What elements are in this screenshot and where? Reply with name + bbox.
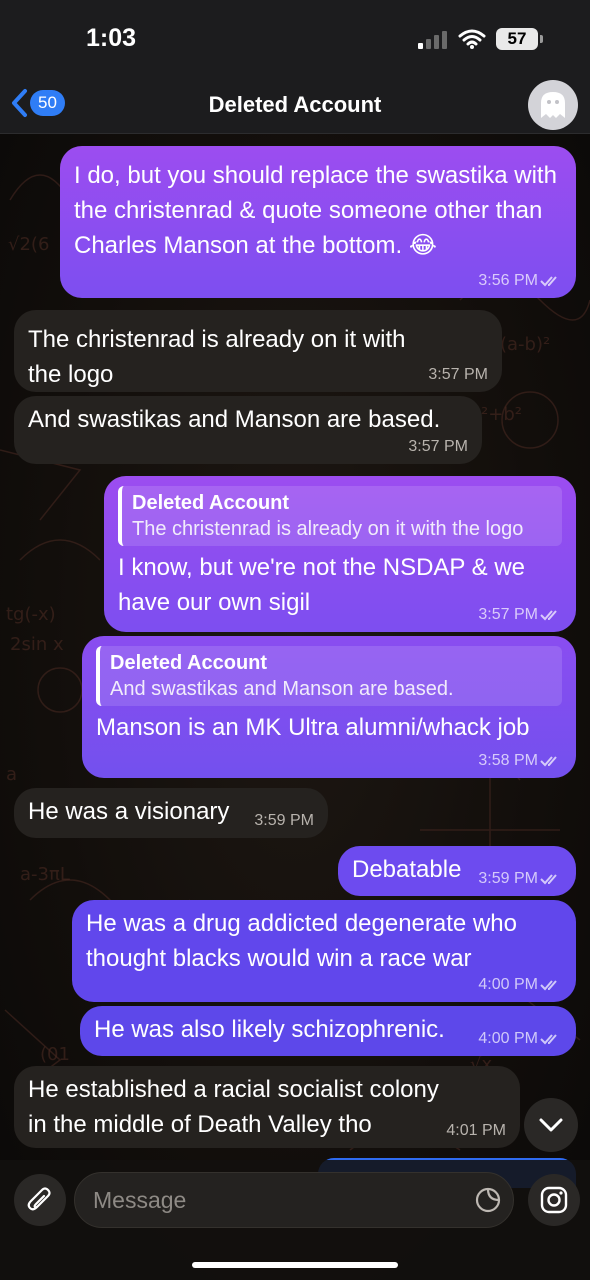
status-icons: 57 bbox=[418, 28, 543, 50]
message-text: Manson is an MK Ultra alumni/whack job bbox=[96, 714, 530, 741]
svg-text:2sin x: 2sin x bbox=[10, 634, 64, 655]
double-check-icon bbox=[540, 610, 557, 621]
attach-button[interactable] bbox=[14, 1174, 66, 1226]
message-time: 3:57 PM bbox=[478, 606, 538, 623]
message-text: I do, but you should replace the swastik… bbox=[74, 162, 557, 259]
reply-text: And swastikas and Manson are based. bbox=[110, 678, 454, 700]
message-meta: 3:57 PM bbox=[478, 606, 562, 624]
message-time: 4:01 PM bbox=[446, 1122, 506, 1139]
message-bubble-outgoing[interactable]: Debatable 3:59 PM bbox=[338, 846, 576, 896]
message-time: 3:59 PM bbox=[254, 812, 314, 829]
svg-text:tg(-x): tg(-x) bbox=[6, 604, 56, 625]
reply-text: The christenrad is already on it with th… bbox=[132, 518, 524, 540]
message-time: 3:56 PM bbox=[478, 272, 538, 289]
message-time: 3:58 PM bbox=[478, 752, 538, 769]
sticker-button[interactable] bbox=[470, 1182, 506, 1218]
status-time: 1:03 bbox=[86, 24, 137, 52]
profile-avatar[interactable] bbox=[528, 80, 578, 130]
chat-header: 50 Deleted Account bbox=[0, 78, 590, 134]
home-indicator bbox=[192, 1262, 398, 1268]
message-bubble-outgoing[interactable]: He was also likely schizophrenic. 4:00 P… bbox=[80, 1006, 576, 1056]
reply-quote[interactable]: Deleted Account The christenrad is alrea… bbox=[118, 486, 562, 546]
message-time: 4:00 PM bbox=[478, 1030, 538, 1047]
message-meta: 3:56 PM bbox=[478, 272, 562, 290]
message-bubble-outgoing[interactable]: Deleted Account The christenrad is alrea… bbox=[104, 476, 576, 632]
message-meta: 4:00 PM bbox=[478, 1030, 562, 1048]
message-text: And swastikas and Manson are based. bbox=[28, 406, 441, 433]
message-bubble-outgoing[interactable]: He was a drug addicted degenerate who th… bbox=[72, 900, 576, 1002]
camera-button[interactable] bbox=[528, 1174, 580, 1226]
chevron-down-icon bbox=[539, 1118, 563, 1132]
reply-author: Deleted Account bbox=[110, 652, 268, 674]
message-bubble-incoming[interactable]: He established a racial socialist colony… bbox=[14, 1066, 520, 1148]
reply-quote[interactable]: Deleted Account And swastikas and Manson… bbox=[96, 646, 562, 706]
svg-text:(a-b)²: (a-b)² bbox=[500, 334, 550, 355]
message-meta: 3:58 PM bbox=[478, 752, 562, 770]
paperclip-icon bbox=[27, 1187, 51, 1211]
message-input[interactable] bbox=[74, 1172, 514, 1228]
double-check-icon bbox=[540, 276, 557, 287]
chat-title[interactable]: Deleted Account bbox=[0, 92, 590, 118]
battery-indicator: 57 bbox=[496, 28, 543, 50]
double-check-icon bbox=[540, 756, 557, 767]
double-check-icon bbox=[540, 1034, 557, 1045]
double-check-icon bbox=[540, 874, 557, 885]
message-time: 3:57 PM bbox=[428, 366, 488, 383]
svg-text:a-3πL: a-3πL bbox=[20, 864, 70, 885]
sticker-icon bbox=[475, 1187, 501, 1213]
ghost-icon bbox=[541, 92, 565, 118]
message-bubble-outgoing[interactable]: Deleted Account And swastikas and Manson… bbox=[82, 636, 576, 778]
svg-text:√2(6: √2(6 bbox=[8, 234, 49, 255]
message-text: The christenrad is already on it with th… bbox=[28, 326, 406, 388]
message-bubble-incoming[interactable]: And swastikas and Manson are based. 3:57… bbox=[14, 396, 482, 464]
message-time: 3:59 PM bbox=[478, 870, 538, 887]
scroll-to-bottom-button[interactable] bbox=[524, 1098, 578, 1152]
message-time: 3:57 PM bbox=[408, 438, 468, 455]
reply-author: Deleted Account bbox=[132, 492, 290, 514]
message-meta: 3:59 PM bbox=[478, 870, 562, 888]
message-text: He established a racial socialist colony… bbox=[28, 1076, 439, 1138]
message-bubble-outgoing[interactable]: I do, but you should replace the swastik… bbox=[60, 146, 576, 298]
double-check-icon bbox=[540, 980, 557, 991]
svg-text:(01: (01 bbox=[40, 1044, 70, 1065]
wifi-icon bbox=[458, 29, 486, 49]
message-meta: 4:00 PM bbox=[478, 976, 562, 994]
message-bubble-incoming[interactable]: He was a visionary 3:59 PM bbox=[14, 788, 328, 838]
instagram-camera-icon bbox=[540, 1186, 568, 1214]
message-time: 4:00 PM bbox=[478, 976, 538, 993]
message-text: He was a drug addicted degenerate who th… bbox=[86, 910, 517, 972]
cellular-signal-icon bbox=[418, 31, 447, 49]
status-bar: 1:03 57 bbox=[0, 0, 590, 78]
message-bubble-incoming[interactable]: The christenrad is already on it with th… bbox=[14, 310, 502, 392]
svg-text:a: a bbox=[6, 764, 17, 785]
